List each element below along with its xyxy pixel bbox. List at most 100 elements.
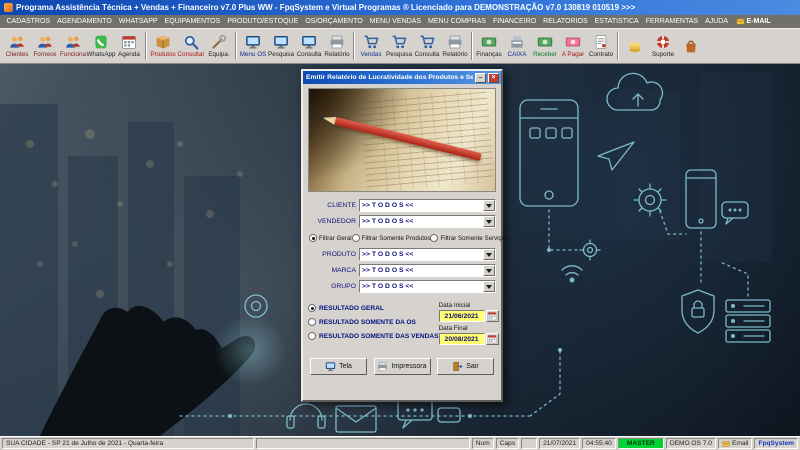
- toolbar-button-relatorio-os[interactable]: Relatório: [323, 30, 351, 63]
- menu-item-equipamentos[interactable]: EQUIPAMENTOS: [161, 18, 224, 25]
- toolbar-button-funcionarios[interactable]: Funciona: [59, 30, 87, 63]
- toolbar-separator: [145, 32, 147, 60]
- status-time: 04:55:40: [582, 438, 616, 449]
- toolbar-button-suporte[interactable]: Suporte: [649, 30, 677, 63]
- radio-icon: [351, 234, 360, 242]
- toolbar-button-a-pagar[interactable]: A Pagar: [559, 30, 587, 63]
- chevron-down-icon[interactable]: [483, 200, 495, 211]
- radio-filtrar-somente-servicos[interactable]: Filtrar Somente Serviços: [430, 234, 508, 242]
- mail-icon: [722, 440, 730, 448]
- toolbar-button-equipamentos[interactable]: Equipa.: [205, 30, 233, 63]
- cliente-combobox[interactable]: >> T O D O S <<: [359, 199, 496, 212]
- menu-email-label: E-MAIL: [746, 18, 771, 25]
- toolbar-button-consulta-vendas[interactable]: Consulta: [413, 30, 441, 63]
- status-spacer: [256, 438, 470, 449]
- calendar-icon[interactable]: [485, 333, 499, 345]
- radio-icon: [308, 332, 316, 340]
- toolbar-button-pesquisa-vendas[interactable]: Pesquisa: [385, 30, 413, 63]
- radio-label: RESULTADO SOMENTE DAS VENDAS: [319, 332, 439, 340]
- dialog-titlebar[interactable]: Emitir Relatório de Lucratividade dos Pr…: [303, 71, 501, 84]
- radio-label: Filtrar Somente Produtos: [361, 234, 431, 242]
- bg-small-gear-icon: [579, 239, 601, 261]
- radio-resultado-somente-vendas[interactable]: RESULTADO SOMENTE DAS VENDAS: [308, 332, 439, 340]
- menu-item-menu-vendas[interactable]: MENU VENDAS: [366, 18, 424, 25]
- menu-item-email[interactable]: E-MAIL: [732, 17, 775, 26]
- desktop-background: Emitir Relatório de Lucratividade dos Pr…: [0, 64, 800, 436]
- cliente-row: CLIENTE >> T O D O S <<: [308, 199, 496, 212]
- calendar-icon[interactable]: [485, 310, 499, 322]
- menu-item-whatsapp[interactable]: WHATSAPP: [115, 18, 161, 25]
- printer-icon: [329, 34, 345, 50]
- data-final-label: Data Final: [438, 325, 468, 332]
- cart-icon: [419, 34, 435, 50]
- toolbar-button-menu-os[interactable]: Menu OS: [239, 30, 267, 63]
- toolbar-button-receber[interactable]: Receber: [531, 30, 559, 63]
- menu-item-agendamento[interactable]: AGENDAMENTO: [54, 18, 116, 25]
- produto-combobox[interactable]: >> T O D O S <<: [359, 248, 496, 261]
- menu-item-menu-compras[interactable]: MENU COMPRAS: [425, 18, 490, 25]
- bg-chat-bubbles-icon: [397, 399, 461, 429]
- chevron-down-icon[interactable]: [483, 265, 495, 276]
- radio-resultado-somente-os[interactable]: RESULTADO SOMENTE DA OS: [308, 318, 439, 326]
- radio-filtrar-somente-produtos[interactable]: Filtrar Somente Produtos: [351, 234, 431, 242]
- radio-resultado-geral[interactable]: RESULTADO GERAL: [308, 304, 439, 312]
- data-inicial-input[interactable]: [438, 310, 485, 322]
- toolbar-button-financas[interactable]: Finanças: [475, 30, 503, 63]
- radio-filtrar-geral[interactable]: Filtrar Geral: [309, 234, 352, 242]
- chevron-down-icon[interactable]: [483, 216, 495, 227]
- toolbar-button-consulta-os[interactable]: Consulta: [295, 30, 323, 63]
- grupo-combobox[interactable]: >> T O D O S <<: [359, 280, 496, 293]
- menu-item-ajuda[interactable]: AJUDA: [702, 18, 732, 25]
- radio-label: Filtrar Geral: [319, 234, 352, 242]
- tela-button[interactable]: Tela: [310, 358, 367, 375]
- menu-item-cadastros[interactable]: CADASTROS: [3, 18, 54, 25]
- toolbar-button-consultar-produtos[interactable]: Consultar: [177, 30, 205, 63]
- toolbar-button-pesquisa-os[interactable]: Pesquisa: [267, 30, 295, 63]
- report-dialog: Emitir Relatório de Lucratividade dos Pr…: [301, 69, 508, 402]
- data-final-input[interactable]: [438, 333, 485, 345]
- marca-combobox[interactable]: >> T O D O S <<: [359, 264, 496, 277]
- toolbar-button-clientes[interactable]: Clientes: [3, 30, 31, 63]
- produto-label: PRODUTO: [322, 251, 356, 258]
- toolbar-button-agenda[interactable]: Agenda: [115, 30, 143, 63]
- toolbar-button-contrato[interactable]: Contrato: [587, 30, 615, 63]
- app-titlebar: Programa Assistência Técnica + Vendas + …: [0, 0, 800, 15]
- close-icon[interactable]: ×: [488, 72, 499, 83]
- toolbar-button-bag[interactable]: [677, 30, 705, 63]
- toolbar-button-whatsapp[interactable]: WhatsApp: [86, 30, 116, 63]
- toolbar-button-fornecedores[interactable]: Fornece: [31, 30, 59, 63]
- toolbar-button-caixa[interactable]: CAIXA: [503, 30, 531, 63]
- menu-item-ferramentas[interactable]: FERRAMENTAS: [642, 18, 701, 25]
- toolbar-button-produtos[interactable]: Produtos: [149, 30, 177, 63]
- cliente-value: >> T O D O S <<: [362, 202, 414, 209]
- grupo-label: GRUPO: [331, 283, 356, 290]
- menu-item-relatorios[interactable]: RELATORIOS: [540, 18, 591, 25]
- whatsapp-phone-icon: [93, 34, 109, 50]
- impressora-button-label: Impressora: [391, 363, 427, 370]
- chevron-down-icon[interactable]: [483, 281, 495, 292]
- menu-item-financeiro[interactable]: FINANCEIRO: [489, 18, 539, 25]
- impressora-button[interactable]: Impressora: [373, 358, 431, 375]
- bg-envelope-icon: [335, 405, 377, 433]
- menu-item-os-orcamento[interactable]: OS/ORÇAMENTO: [302, 18, 366, 25]
- toolbar-button-relatorio-vendas[interactable]: Relatório: [441, 30, 469, 63]
- status-brand[interactable]: FpqSystem: [754, 438, 798, 449]
- people-icon: [37, 34, 53, 50]
- toolbar-button-vendas[interactable]: Vendas: [357, 30, 385, 63]
- menu-item-produto-estoque[interactable]: PRODUTO/ESTOQUE: [224, 18, 302, 25]
- data-inicial-label: Data Inicial: [438, 302, 471, 309]
- radio-icon: [309, 234, 317, 242]
- money-icon: [537, 34, 553, 50]
- sair-button[interactable]: Sair: [437, 358, 494, 375]
- radio-icon: [430, 234, 439, 242]
- menu-item-estatistica[interactable]: ESTATISTICA: [591, 18, 642, 25]
- chevron-down-icon[interactable]: [483, 249, 495, 260]
- status-email[interactable]: Email: [717, 438, 753, 449]
- box-icon: [155, 34, 171, 50]
- vendedor-combobox[interactable]: >> T O D O S <<: [359, 215, 496, 228]
- toolbar-button-coins[interactable]: [621, 30, 649, 63]
- cash-register-icon: [509, 34, 525, 50]
- minimize-button[interactable]: –: [475, 72, 486, 83]
- app-icon: [4, 3, 13, 12]
- exit-door-icon: [452, 361, 463, 372]
